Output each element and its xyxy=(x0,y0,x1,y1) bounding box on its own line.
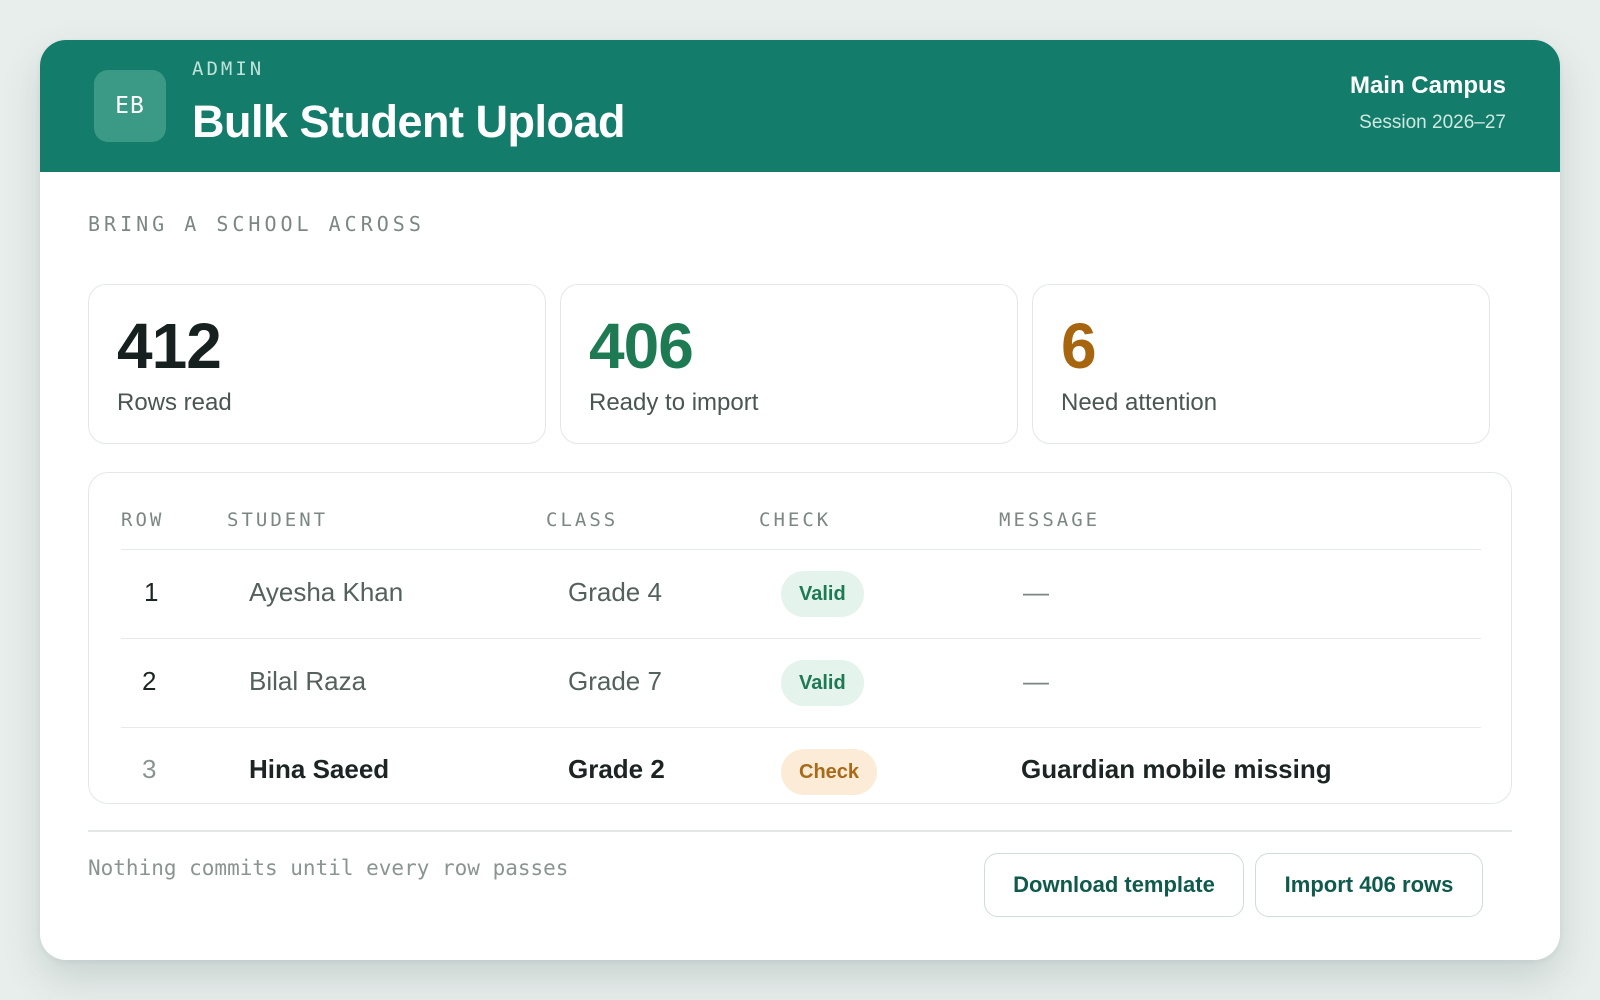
page-header: EB ADMIN Bulk Student Upload Main Campus… xyxy=(40,40,1560,172)
row-message: — xyxy=(1023,577,1049,607)
status-badge: Valid xyxy=(781,571,864,617)
student-name: Hina Saeed xyxy=(249,754,390,784)
footer-divider xyxy=(88,830,1512,832)
class-name: Grade 2 xyxy=(568,754,665,784)
stat-rows-read: 412 Rows read xyxy=(88,284,546,444)
class-name: Grade 4 xyxy=(568,577,662,607)
stat-label: Rows read xyxy=(117,389,232,416)
status-badge: Check xyxy=(781,749,878,795)
column-header-row: ROW xyxy=(121,509,165,531)
header-divider xyxy=(121,549,1481,550)
stat-ready-to-import: 406 Ready to import xyxy=(560,284,1018,444)
student-name: Ayesha Khan xyxy=(249,577,404,607)
stat-label: Ready to import xyxy=(589,389,759,416)
stat-value: 406 xyxy=(589,310,694,382)
row-message: — xyxy=(1023,666,1049,696)
header-eyebrow: ADMIN xyxy=(192,58,265,80)
import-rows-button[interactable]: Import 406 rows xyxy=(1255,853,1483,917)
upload-card: EB ADMIN Bulk Student Upload Main Campus… xyxy=(40,40,1560,960)
column-header-check: CHECK xyxy=(759,509,832,531)
row-number: 3 xyxy=(142,754,157,784)
stat-value: 6 xyxy=(1061,310,1097,382)
campus-name: Main Campus xyxy=(1349,72,1506,99)
class-name: Grade 7 xyxy=(568,666,662,696)
download-template-button[interactable]: Download template xyxy=(984,853,1244,917)
session-label: Session 2026–27 xyxy=(1359,112,1506,133)
row-message: Guardian mobile missing xyxy=(1021,754,1332,784)
validation-table: ROW STUDENT CLASS CHECK MESSAGE 1 Ayesha… xyxy=(88,472,1512,804)
column-header-student: STUDENT xyxy=(227,509,329,531)
row-number: 2 xyxy=(142,666,157,696)
stat-need-attention: 6 Need attention xyxy=(1032,284,1490,444)
avatar[interactable]: EB xyxy=(94,70,166,142)
section-label: BRING A SCHOOL ACROSS xyxy=(88,212,425,236)
row-divider xyxy=(121,638,1481,639)
column-header-message: MESSAGE xyxy=(999,509,1101,531)
stat-label: Need attention xyxy=(1061,389,1218,416)
footer-note: Nothing commits until every row passes xyxy=(88,856,569,880)
row-divider xyxy=(121,727,1481,728)
page-title: Bulk Student Upload xyxy=(192,96,626,147)
row-number: 1 xyxy=(144,577,159,607)
column-header-class: CLASS xyxy=(546,509,619,531)
status-badge: Valid xyxy=(781,660,864,706)
stat-value: 412 xyxy=(117,310,222,382)
student-name: Bilal Raza xyxy=(249,666,367,696)
